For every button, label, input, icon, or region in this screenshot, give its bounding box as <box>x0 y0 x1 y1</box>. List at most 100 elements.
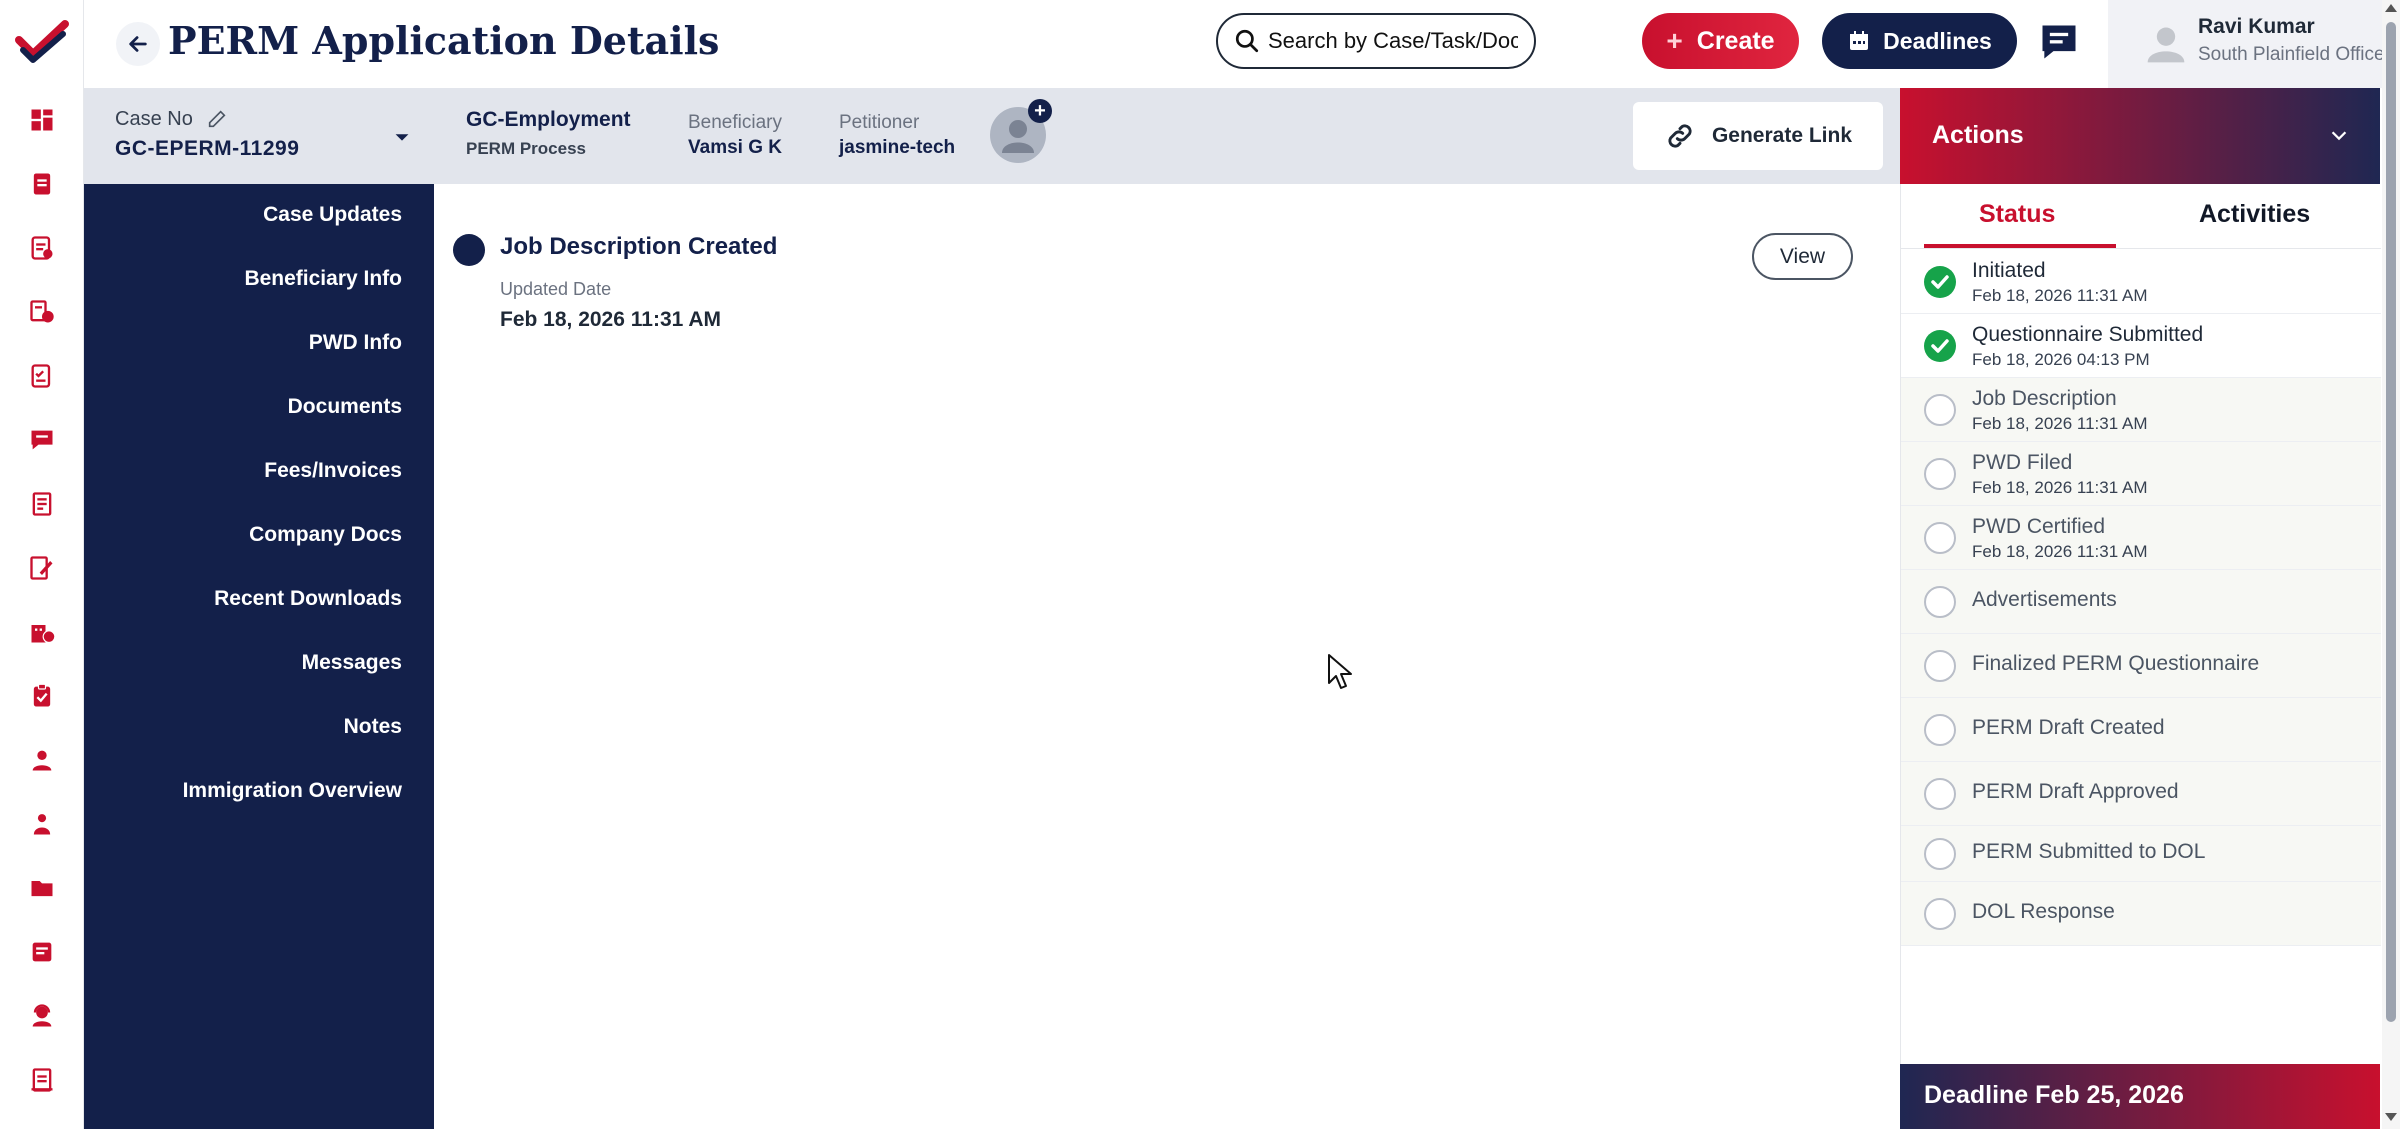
case-icon[interactable] <box>22 164 62 204</box>
status-step-date: Feb 18, 2026 11:31 AM <box>1972 478 2148 497</box>
dashboard-icon[interactable] <box>22 100 62 140</box>
case-no-label: Case No <box>115 108 193 130</box>
status-step[interactable]: Finalized PERM Questionnaire <box>1901 634 2381 698</box>
status-step-name: PERM Submitted to DOL <box>1972 840 2206 863</box>
timeline-entry-title: Job Description Created <box>500 233 778 260</box>
people-icon[interactable] <box>22 804 62 844</box>
status-step[interactable]: PWD Certified Feb 18, 2026 11:31 AM <box>1901 506 2381 570</box>
status-step[interactable]: DOL Response <box>1901 882 2381 946</box>
scroll-down-icon[interactable] <box>2385 1113 2397 1121</box>
case-nav: Case Updates Beneficiary Info PWD Info D… <box>84 184 434 1129</box>
status-step[interactable]: PERM Draft Created <box>1901 698 2381 762</box>
status-step-name: PWD Filed <box>1972 451 2073 474</box>
check-circle-icon <box>1924 330 1956 362</box>
timeline-dot-icon <box>453 234 485 266</box>
deadlines-button[interactable]: Deadlines <box>1822 13 2017 69</box>
empty-circle-icon <box>1924 778 1956 810</box>
nav-item-recent-downloads[interactable]: Recent Downloads <box>214 587 402 611</box>
user-icon[interactable] <box>22 740 62 780</box>
checklist-icon[interactable] <box>22 356 62 396</box>
page-scrollbar[interactable] <box>2382 0 2400 1129</box>
case-dropdown-icon[interactable] <box>391 126 413 148</box>
petitioner-name: jasmine-tech <box>839 137 956 158</box>
tab-activities[interactable]: Activities <box>2199 200 2310 229</box>
message-icon <box>2042 25 2076 59</box>
status-step[interactable]: PERM Submitted to DOL <box>1901 826 2381 882</box>
search-icon <box>1235 29 1259 53</box>
avatar-icon <box>2147 27 2185 63</box>
case-type: GC-Employment <box>466 108 631 131</box>
user-profile[interactable]: Ravi Kumar South Plainfield Office <box>2108 0 2400 88</box>
status-step-name: Questionnaire Submitted <box>1972 323 2204 346</box>
status-step[interactable]: Job Description Feb 18, 2026 11:31 AM <box>1901 378 2381 442</box>
calendar-icon <box>1850 31 1869 50</box>
support-icon[interactable] <box>22 996 62 1036</box>
tab-status[interactable]: Status <box>1979 200 2055 229</box>
nav-item-beneficiary-info[interactable]: Beneficiary Info <box>244 267 402 291</box>
back-button[interactable] <box>116 22 160 66</box>
status-step[interactable]: PERM Draft Approved <box>1901 762 2381 826</box>
link-icon <box>1668 124 1692 148</box>
plus-icon: + <box>1666 25 1683 56</box>
empty-circle-icon <box>1924 522 1956 554</box>
tasks-icon[interactable] <box>22 292 62 332</box>
add-contact-icon[interactable]: + <box>1028 99 1052 123</box>
nav-item-messages[interactable]: Messages <box>302 651 402 675</box>
deadline-text: Deadline Feb 25, 2026 <box>1924 1081 2184 1109</box>
edit-document-icon[interactable] <box>22 548 62 588</box>
scrollbar-thumb[interactable] <box>2386 22 2396 1022</box>
folder-icon[interactable] <box>22 868 62 908</box>
generate-link-label: Generate Link <box>1711 124 1853 147</box>
actions-header[interactable]: Actions <box>1900 88 2380 184</box>
empty-circle-icon <box>1924 394 1956 426</box>
mouse-pointer-icon <box>1328 654 1352 689</box>
app-logo-icon[interactable] <box>15 18 69 64</box>
deadline-banner: Deadline Feb 25, 2026 <box>1900 1064 2380 1129</box>
view-button[interactable]: View <box>1752 233 1853 280</box>
petitioner-label: Petitioner <box>839 112 920 133</box>
actions-title: Actions <box>1932 121 2024 149</box>
note-icon[interactable] <box>22 932 62 972</box>
empty-circle-icon <box>1924 650 1956 682</box>
create-button[interactable]: + Create <box>1642 13 1799 69</box>
app-root: PERM Application Details + Create Deadli… <box>0 0 2400 1129</box>
forms-icon[interactable] <box>22 228 62 268</box>
nav-item-company-docs[interactable]: Company Docs <box>249 523 402 547</box>
building-icon[interactable] <box>22 612 62 652</box>
document-icon[interactable] <box>22 484 62 524</box>
nav-item-notes[interactable]: Notes <box>344 715 402 739</box>
messages-button[interactable] <box>2035 18 2083 66</box>
top-header: PERM Application Details + Create Deadli… <box>84 0 2400 88</box>
nav-item-documents[interactable]: Documents <box>288 395 402 419</box>
chat-icon[interactable] <box>22 420 62 460</box>
empty-circle-icon <box>1924 586 1956 618</box>
updated-date-value: Feb 18, 2026 11:31 AM <box>500 308 722 331</box>
generate-link-button[interactable]: Generate Link <box>1633 102 1883 170</box>
nav-item-fees-invoices[interactable]: Fees/Invoices <box>264 459 402 483</box>
status-step-name: Job Description <box>1972 387 2117 410</box>
nav-item-pwd-info[interactable]: PWD Info <box>309 331 402 355</box>
report-icon[interactable] <box>22 1060 62 1100</box>
check-circle-icon <box>1924 266 1956 298</box>
nav-item-case-updates[interactable]: Case Updates <box>263 203 402 227</box>
empty-circle-icon <box>1924 898 1956 930</box>
clipboard-icon[interactable] <box>22 676 62 716</box>
nav-item-immigration-overview[interactable]: Immigration Overview <box>183 779 402 803</box>
case-process: PERM Process <box>466 139 586 158</box>
user-office: South Plainfield Office <box>2198 44 2385 65</box>
pencil-icon[interactable] <box>206 108 228 130</box>
chevron-down-icon[interactable] <box>2328 124 2350 146</box>
status-step-name: PWD Certified <box>1972 515 2106 538</box>
search-input[interactable] <box>1268 28 1518 54</box>
status-step[interactable]: PWD Filed Feb 18, 2026 11:31 AM <box>1901 442 2381 506</box>
global-search[interactable] <box>1216 13 1536 69</box>
status-step[interactable]: Advertisements <box>1901 570 2381 634</box>
icon-rail <box>0 0 84 1129</box>
status-step[interactable]: Initiated Feb 18, 2026 11:31 AM <box>1901 250 2381 314</box>
beneficiary-name: Vamsi G K <box>688 137 782 158</box>
status-step-name: PERM Draft Approved <box>1972 780 2179 803</box>
status-step[interactable]: Questionnaire Submitted Feb 18, 2026 04:… <box>1901 314 2381 378</box>
tab-divider <box>1901 248 2381 249</box>
scroll-up-icon[interactable] <box>2385 4 2397 12</box>
status-step-date: Feb 18, 2026 04:13 PM <box>1972 350 2150 369</box>
